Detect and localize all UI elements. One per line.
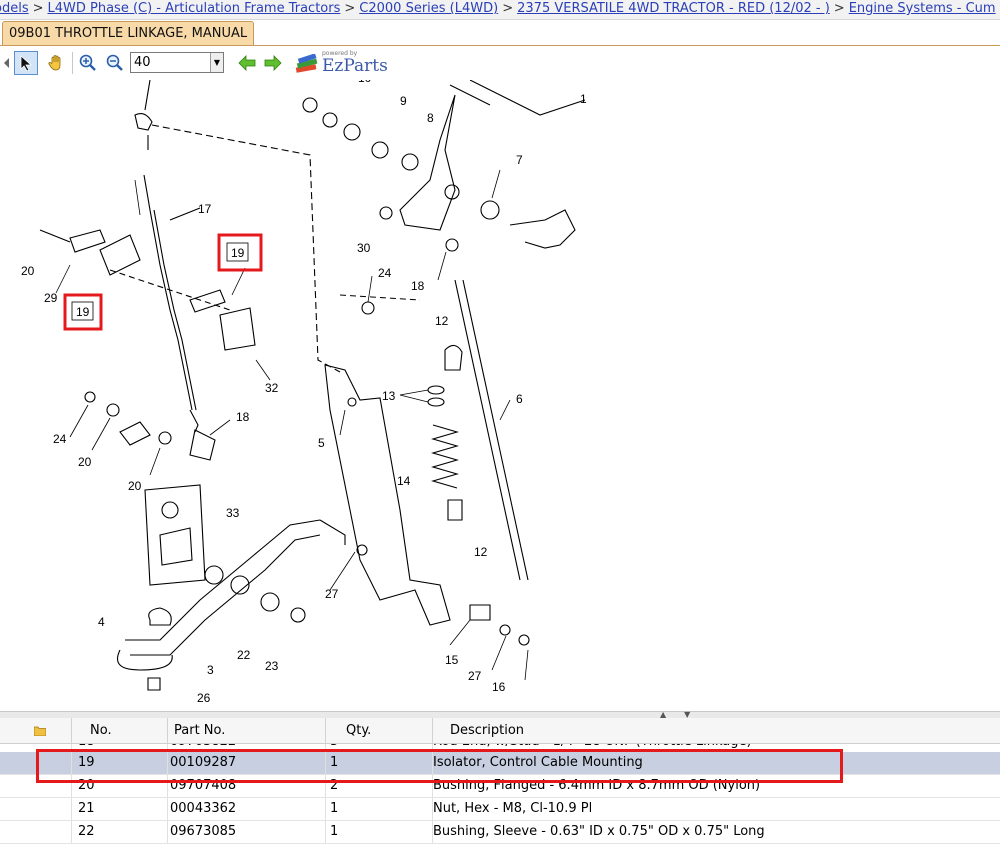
callout-label: 32 (265, 381, 279, 395)
previous-button[interactable] (235, 51, 259, 75)
callout-label: 14 (397, 474, 411, 488)
table-cell-icon (0, 821, 72, 843)
callout-label: 27 (468, 669, 482, 683)
zoom-select[interactable]: 40 ▼ (130, 52, 224, 73)
column-header-description[interactable]: Description (433, 718, 1000, 743)
breadcrumb-separator: > (833, 1, 845, 16)
logo-text: EzParts (322, 56, 388, 76)
column-header-qty[interactable]: Qty. (326, 718, 433, 743)
callout-label: 10 (358, 80, 372, 85)
table-cell-part-no: 09673085 (168, 821, 326, 843)
breadcrumb-link-engine-systems[interactable]: Engine Systems - Cum (849, 1, 996, 16)
callout-label: 29 (44, 291, 58, 305)
callout-label: 12 (474, 545, 488, 559)
breadcrumb: odels>L4WD Phase (C) - Articulation Fram… (0, 0, 1000, 20)
breadcrumb-link-l4wd-phase[interactable]: L4WD Phase (C) - Articulation Frame Trac… (48, 1, 341, 16)
folder-icon (33, 726, 47, 737)
breadcrumb-link-c2000-series[interactable]: C2000 Series (L4WD) (359, 1, 498, 16)
next-button[interactable] (261, 51, 285, 75)
callout-label: 24 (53, 432, 67, 446)
callout-label: 27 (325, 587, 339, 601)
table-cell-description: Bushing, Sleeve - 0.63" ID x 0.75" OD x … (433, 824, 765, 839)
breadcrumb-separator: > (32, 1, 44, 16)
callout-label: 20 (128, 479, 142, 493)
diagram-toolbar: 40 ▼ powered by EzParts (2, 47, 390, 79)
callout-label: 6 (516, 392, 523, 406)
column-header-no[interactable]: No. (72, 718, 168, 743)
callout-label: 12 (435, 314, 449, 328)
zoom-in-button[interactable] (76, 51, 100, 75)
toolbar-separator (72, 52, 73, 74)
highlighted-callout-19[interactable]: 19 (217, 233, 263, 272)
callout-label: 1 (580, 92, 587, 106)
books-icon (295, 54, 318, 73)
callout-label: 30 (357, 241, 371, 255)
scroll-left-icon[interactable] (2, 51, 12, 75)
callout-label: 19 (231, 246, 245, 260)
table-row[interactable]: 22 09673085 1 Bushing, Sleeve - 0.63" ID… (0, 821, 1000, 844)
zoom-value: 40 (134, 55, 151, 70)
zoom-out-icon (106, 54, 123, 71)
callout-label: 18 (236, 410, 250, 424)
breadcrumb-link-2375-tractor[interactable]: 2375 VERSATILE 4WD TRACTOR - RED (12/02 … (517, 1, 830, 16)
callout-label: 33 (226, 506, 240, 520)
tab-throttle-linkage[interactable]: 09B01 THROTTLE LINKAGE, MANUAL (2, 21, 255, 46)
zoom-out-button[interactable] (103, 51, 127, 75)
callout-label: 19 (76, 305, 90, 319)
callout-label: 20 (78, 455, 92, 469)
table-cell-no: 21 (72, 798, 168, 820)
callout-label: 4 (98, 615, 105, 629)
table-cell-icon (0, 798, 72, 820)
arrow-left-icon (238, 55, 256, 71)
pointer-tool-button[interactable] (14, 51, 38, 75)
callout-label: 22 (237, 648, 251, 662)
callout-label: 13 (382, 389, 396, 403)
callout-label: 7 (516, 153, 523, 167)
pan-tool-button[interactable] (44, 51, 68, 75)
pointer-icon (20, 55, 33, 71)
arrow-right-icon (264, 55, 282, 71)
callout-label: 26 (197, 691, 211, 705)
column-header-icon[interactable] (0, 718, 72, 743)
callout-label: 8 (427, 111, 434, 125)
parts-table-header: No. Part No. Qty. Description (0, 718, 1000, 744)
callout-label: 16 (492, 680, 506, 694)
callout-label: 23 (265, 659, 279, 673)
callout-label: 3 (207, 663, 214, 677)
callout-label: 24 (378, 266, 392, 280)
column-header-part-no[interactable]: Part No. (168, 718, 326, 743)
zoom-in-icon (79, 54, 96, 71)
callout-label: 15 (445, 653, 459, 667)
callout-label: 20 (21, 264, 35, 278)
breadcrumb-separator: > (344, 1, 356, 16)
table-cell-qty: 1 (326, 798, 433, 820)
chevron-down-icon[interactable]: ▼ (210, 53, 223, 72)
selected-row-highlight (36, 749, 843, 783)
highlighted-callout-19[interactable]: 19 (63, 293, 103, 331)
breadcrumb-separator: > (502, 1, 514, 16)
callout-label: 5 (318, 436, 325, 450)
breadcrumb-link-models[interactable]: odels (0, 1, 29, 16)
tab-divider (0, 45, 1000, 46)
hand-icon (48, 55, 61, 71)
exploded-parts-diagram[interactable]: 1 2 3 4 5 6 7 8 9 10 12 12 13 14 15 16 1… (0, 64, 1000, 710)
callout-label: 9 (400, 94, 407, 108)
callout-label: 18 (411, 279, 425, 293)
callout-label: 17 (198, 202, 212, 216)
table-cell-description: Nut, Hex - M8, Cl-10.9 Pl (433, 801, 593, 816)
table-row[interactable]: 21 00043362 1 Nut, Hex - M8, Cl-10.9 Pl (0, 798, 1000, 821)
table-cell-no: 22 (72, 821, 168, 843)
table-cell-part-no: 00043362 (168, 798, 326, 820)
table-cell-qty: 1 (326, 821, 433, 843)
ezparts-logo: powered by EzParts (294, 50, 390, 77)
